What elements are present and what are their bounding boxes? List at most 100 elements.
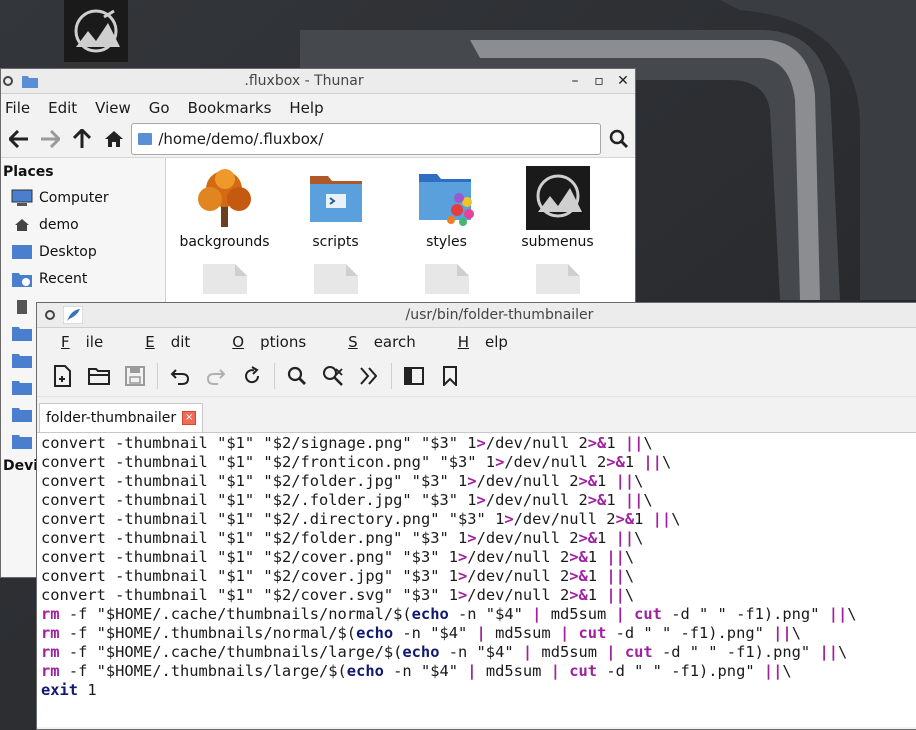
forward-button[interactable] [35, 123, 67, 155]
code-editor[interactable]: convert -thumbnail "$1" "$2/signage.png"… [37, 432, 916, 727]
code-line: rm -f "$HOME/.cache/thumbnails/large/$(e… [41, 643, 916, 662]
code-keyword: || [606, 586, 625, 604]
code-line: convert -thumbnail "$1" "$2/.directory.p… [41, 510, 916, 529]
file-item-styles[interactable]: styles [391, 166, 502, 250]
code-text: -d " " -f1).png" [661, 605, 829, 623]
file-item-document[interactable] [203, 264, 247, 294]
find-button[interactable] [279, 358, 315, 394]
tab-folder-thumbnailer[interactable]: folder-thumbnailer × [39, 403, 204, 432]
menu-help[interactable]: Help [285, 99, 333, 117]
downloads-folder-icon [11, 432, 33, 450]
replace-button[interactable] [315, 358, 351, 394]
code-text: convert [41, 453, 106, 471]
code-keyword: >& [606, 453, 625, 471]
code-line: rm -f "$HOME/.thumbnails/normal/$(echo -… [41, 624, 916, 643]
menu-view[interactable]: View [91, 99, 141, 117]
sidebar-item-demo[interactable]: demo [1, 211, 165, 238]
places-heading: Places [3, 164, 54, 180]
code-keyword: || [643, 453, 662, 471]
menu-go[interactable]: Go [145, 99, 180, 117]
file-item-document[interactable] [425, 264, 469, 294]
sidebar-item-recent[interactable]: Recent [1, 265, 165, 292]
menu-options[interactable]: Options [218, 333, 330, 351]
menu-mnemonic: S [348, 332, 358, 351]
code-keyword: > [467, 472, 477, 490]
code-text: - [105, 548, 125, 566]
menu-help[interactable]: Help [444, 333, 532, 351]
close-icon[interactable]: ✕ [611, 73, 635, 89]
maximize-icon[interactable]: ▫ [587, 73, 611, 89]
search-button[interactable] [603, 123, 635, 155]
new-file-button[interactable] [45, 358, 81, 394]
menu-mnemonic: E [145, 332, 155, 351]
music-folder-icon [11, 351, 33, 369]
side-pane-toggle-button[interactable] [396, 358, 432, 394]
file-item-submenus[interactable]: submenus [502, 166, 613, 250]
code-text: thumbnail [124, 567, 208, 585]
file-item-scripts[interactable]: scripts [280, 166, 391, 250]
window-menu-icon[interactable] [45, 310, 55, 320]
menu-edit[interactable]: Edit [44, 99, 87, 117]
home-button[interactable] [98, 123, 130, 155]
code-keyword: | [559, 624, 570, 642]
code-text: 1 [606, 491, 625, 509]
code-text: "$1" "$2/folder.png" "$3" 1 [207, 529, 468, 547]
sidebar-item-computer[interactable]: Computer [1, 184, 165, 211]
recent-folder-icon [11, 270, 33, 288]
open-file-button[interactable] [81, 358, 117, 394]
back-button[interactable] [3, 123, 35, 155]
menu-bookmarks[interactable]: Bookmarks [184, 99, 282, 117]
toolbar-separator [157, 362, 158, 389]
code-keyword: || [624, 434, 644, 452]
code-line: convert -thumbnail "$1" "$2/cover.png" "… [41, 548, 916, 567]
menu-search[interactable]: Search [334, 333, 440, 351]
window-title: /usr/bin/folder-thumbnailer [405, 307, 594, 323]
menu-file[interactable]: File [37, 333, 127, 351]
redo-icon [206, 368, 226, 385]
code-line: convert -thumbnail "$1" "$2/.folder.jpg"… [41, 491, 916, 510]
code-line: convert -thumbnail "$1" "$2/fronticon.pn… [41, 453, 916, 472]
menu-file[interactable]: File [1, 99, 40, 117]
bookmark-button[interactable] [432, 358, 468, 394]
code-text: - [105, 567, 125, 585]
code-text: thumbnail [124, 548, 208, 566]
up-button[interactable] [66, 123, 98, 155]
code-text: -n "$4" [439, 643, 523, 661]
menu-mnemonic: H [457, 332, 469, 351]
code-text: -f "$HOME/.cache/thumbnails/large/$( [59, 643, 403, 661]
goto-button[interactable] [351, 358, 387, 394]
window-menu-icon[interactable] [3, 76, 13, 86]
thunar-titlebar[interactable]: .fluxbox - Thunar – ▫ ✕ [1, 69, 635, 94]
toolbar-separator [274, 362, 275, 389]
sidebar-item-desktop[interactable]: Desktop [1, 238, 165, 265]
file-item-document[interactable] [536, 264, 580, 294]
tab-strip: folder-thumbnailer × [37, 397, 916, 432]
save-button[interactable] [117, 358, 153, 394]
documents-folder-icon [11, 324, 33, 342]
menu-edit-rest: dit [170, 332, 191, 351]
location-input[interactable]: /home/demo/.fluxbox/ [131, 123, 602, 155]
redo-button[interactable] [198, 358, 234, 394]
code-keyword: cut [569, 662, 598, 680]
tab-close-icon[interactable]: × [182, 411, 197, 425]
undo-button[interactable] [162, 358, 198, 394]
code-keyword: || [652, 510, 672, 528]
reload-button[interactable] [234, 358, 270, 394]
code-text: /dev/null 2 [504, 453, 607, 471]
code-keyword: || [624, 491, 644, 509]
code-keyword: || [773, 624, 792, 642]
code-text: thumbnail [124, 491, 208, 509]
code-text: -d " " -f1).png" [652, 643, 820, 661]
file-item-document[interactable] [314, 264, 358, 294]
editor-titlebar[interactable]: /usr/bin/folder-thumbnailer [37, 303, 916, 328]
code-text: \ [671, 510, 681, 528]
code-text: /dev/null 2 [467, 586, 570, 604]
tree-image-icon [193, 166, 257, 230]
menu-edit[interactable]: Edit [131, 333, 214, 351]
fluxbox-logo [64, 0, 128, 62]
tab-label: folder-thumbnailer [46, 410, 177, 426]
desktop-icon [11, 243, 33, 261]
minimize-icon[interactable]: – [563, 73, 587, 89]
code-text: md5sum [532, 643, 607, 661]
file-item-backgrounds[interactable]: backgrounds [169, 166, 280, 250]
